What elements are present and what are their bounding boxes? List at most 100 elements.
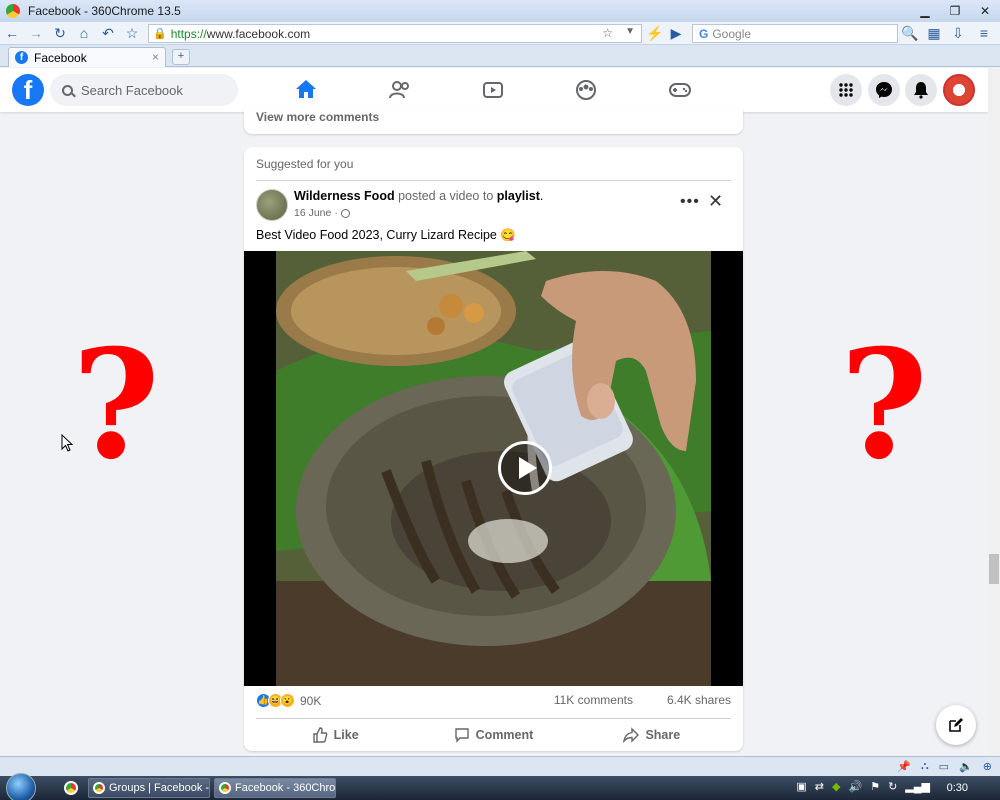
like-label: Like <box>333 728 359 742</box>
tab-facebook[interactable]: f Facebook × <box>8 47 166 67</box>
profile-avatar[interactable] <box>943 74 975 106</box>
messenger-button[interactable] <box>868 74 900 106</box>
minimize-icon[interactable]: ▁ <box>910 0 940 22</box>
comment-label: Comment <box>475 728 534 742</box>
post-date-link[interactable]: 16 June <box>294 207 331 219</box>
taskbar-item-groups[interactable]: Groups | Facebook - ... <box>88 778 210 798</box>
tray-signal-icon[interactable]: ▂▄▆ <box>905 780 930 793</box>
window-title: Facebook - 360Chrome 13.5 <box>28 4 181 18</box>
nav-watch[interactable] <box>451 68 535 112</box>
scrollbar-thumb[interactable] <box>989 554 999 584</box>
taskbar-item-label: Facebook - 360Chro... <box>235 782 336 794</box>
back-icon[interactable]: ← <box>0 22 24 44</box>
page-scrollbar[interactable] <box>988 68 1000 756</box>
author-name-link[interactable]: Wilderness Food <box>294 189 395 203</box>
home-icon[interactable]: ⌂ <box>72 22 96 44</box>
comments-count-link[interactable]: 11K comments <box>554 693 633 707</box>
browser-status-bar: 📌 ⛬ ▭ 🔈 ⊕ <box>0 756 1000 776</box>
post-actions: Like Comment Share <box>256 721 731 749</box>
comment-button[interactable]: Comment <box>414 721 572 749</box>
taskbar-clock: 0:30 <box>946 782 968 794</box>
zoom-icon[interactable]: ⊕ <box>983 760 992 773</box>
tray-volume-icon[interactable]: 🔊 <box>848 780 862 793</box>
view-more-comments-link[interactable]: View more comments <box>256 110 379 124</box>
reactions-summary[interactable]: 👍 😆 😮 90K <box>256 693 321 708</box>
playlist-link[interactable]: playlist <box>497 189 540 203</box>
reaction-count: 90K <box>300 693 322 708</box>
search-engine-placeholder: Google <box>712 26 752 41</box>
taskbar-item-facebook[interactable]: Facebook - 360Chro... <box>214 778 336 798</box>
post-caption: Best Video Food 2023, Curry Lizard Recip… <box>256 228 516 242</box>
play-button[interactable] <box>498 441 552 495</box>
close-tab-icon[interactable]: × <box>152 50 159 64</box>
nav-home[interactable] <box>264 68 348 112</box>
video-frame-illustration <box>276 251 711 686</box>
restore-icon[interactable]: ❐ <box>940 0 970 22</box>
menu-icon[interactable]: ≡ <box>972 22 996 44</box>
tab-title: Facebook <box>34 50 87 65</box>
tray-flag-icon[interactable]: ⚑ <box>870 780 880 793</box>
search-icon[interactable]: 🔍 <box>898 22 922 44</box>
comment-icon <box>454 728 469 743</box>
compose-icon <box>949 718 963 732</box>
tray-network-icon[interactable]: ⇄ <box>815 780 824 793</box>
chrome-icon <box>64 781 78 795</box>
like-button[interactable]: Like <box>256 721 414 749</box>
groups-icon <box>576 80 596 100</box>
video-icon <box>483 82 503 98</box>
satellite-icon[interactable]: ⛬ <box>921 760 929 773</box>
refresh-icon[interactable]: ↻ <box>48 22 72 44</box>
facebook-tab-icon: f <box>15 51 28 64</box>
lock-icon: 🔒 <box>153 28 167 40</box>
start-button[interactable] <box>6 773 36 800</box>
tray-app-icon[interactable]: ▣ <box>796 780 806 793</box>
volume-icon[interactable]: 🔈 <box>959 760 973 773</box>
browser-logo-icon <box>6 4 20 18</box>
notifications-button[interactable] <box>905 74 937 106</box>
left-question-mark: ? <box>72 317 160 493</box>
facebook-search-input[interactable]: Search Facebook <box>50 74 238 106</box>
video-player[interactable] <box>244 251 743 686</box>
play-forward-icon[interactable]: ▶ <box>664 22 688 44</box>
page-avatar[interactable] <box>256 189 288 221</box>
grid-icon <box>839 83 853 97</box>
close-window-icon[interactable]: ✕ <box>970 0 1000 22</box>
share-button[interactable]: Share <box>573 721 731 749</box>
new-tab-button[interactable]: + <box>172 49 190 65</box>
facebook-search-placeholder: Search Facebook <box>81 82 183 98</box>
nav-gaming[interactable] <box>638 68 722 112</box>
extensions-icon[interactable]: ▦ <box>922 22 946 44</box>
nav-groups[interactable] <box>544 68 628 112</box>
download-icon[interactable]: ⇩ <box>946 22 970 44</box>
dropdown-icon[interactable]: ▼ <box>625 26 635 37</box>
search-engine-box[interactable]: G Google <box>692 24 898 43</box>
more-options-icon[interactable]: ••• <box>680 193 700 211</box>
bookmark-star-icon[interactable]: ☆ <box>602 26 613 40</box>
menu-grid-button[interactable] <box>830 74 862 106</box>
favorites-icon[interactable]: ☆ <box>120 22 144 44</box>
tray-update-icon[interactable]: ↻ <box>888 780 897 793</box>
forward-icon[interactable]: → <box>24 22 48 44</box>
taskbar-item-label: Groups | Facebook - ... <box>109 782 210 794</box>
browser-toolbar: ← → ↻ ⌂ ↶ ☆ 🔒 https:// www.facebook.com … <box>0 22 1000 45</box>
wow-reaction-icon: 😮 <box>280 693 295 708</box>
shares-count-link[interactable]: 6.4K shares <box>667 693 731 707</box>
chrome-pinned-app[interactable] <box>58 778 84 798</box>
tray-nvidia-icon[interactable]: ◆ <box>832 780 840 793</box>
hide-post-icon[interactable]: ✕ <box>708 191 723 212</box>
undo-icon[interactable]: ↶ <box>96 22 120 44</box>
pin-icon[interactable]: 📌 <box>897 760 911 773</box>
new-message-button[interactable] <box>936 705 976 745</box>
facebook-logo-icon[interactable]: f <box>12 74 44 106</box>
address-bar[interactable]: 🔒 https:// www.facebook.com ☆ ▼ <box>148 24 642 43</box>
right-question-mark: ? <box>840 317 928 493</box>
nav-friends[interactable] <box>358 68 442 112</box>
monitor-icon[interactable]: ▭ <box>939 760 949 773</box>
post-meta: 16 June · <box>294 207 350 219</box>
chrome-icon <box>93 782 105 794</box>
bell-icon <box>914 82 928 99</box>
mouse-cursor-icon <box>61 434 73 452</box>
meta-separator: · <box>334 207 338 219</box>
url-scheme: https:// <box>170 26 207 41</box>
tab-bar: f Facebook × + <box>0 45 1000 67</box>
